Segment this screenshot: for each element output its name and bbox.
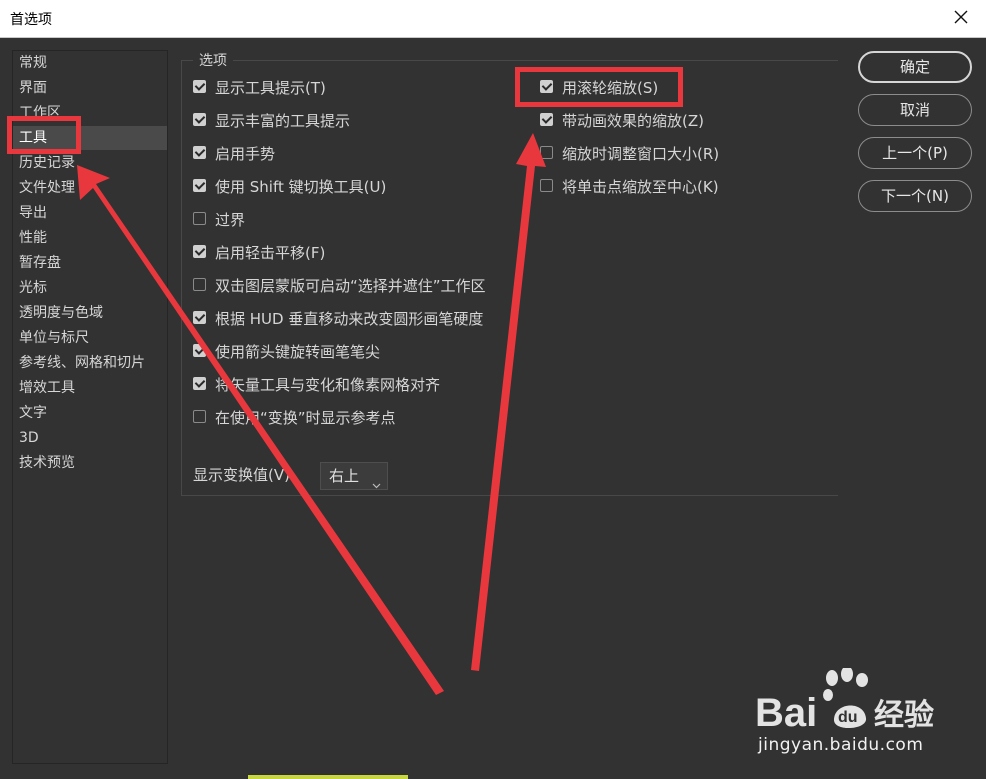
checkbox-checked-icon[interactable] [193,344,206,357]
sidebar-item-type[interactable]: 文字 [13,401,167,425]
sidebar-item-units[interactable]: 单位与标尺 [13,326,167,350]
sidebar-item-export[interactable]: 导出 [13,201,167,225]
checkbox-zoom-resize-windows[interactable]: 缩放时调整窗口大小(R) [540,142,719,166]
checkbox-checked-icon[interactable] [193,179,206,192]
checkbox-zoom-scroll-wheel[interactable]: 用滚轮缩放(S) [540,76,658,100]
checkbox-show-reference-point[interactable]: 在使用“变换”时显示参考点 [193,406,396,430]
checkbox-checked-icon[interactable] [193,377,206,390]
checkbox-label: 双击图层蒙版可启动“选择并遮住”工作区 [215,277,486,295]
checkbox-label: 过界 [215,211,246,229]
checkbox-label: 根据 HUD 垂直移动来改变圆形画笔硬度 [215,310,484,328]
checkbox-label: 缩放时调整窗口大小(R) [562,145,720,163]
sidebar-item-tools[interactable]: 工具 [13,126,167,150]
checkbox-unchecked-icon[interactable] [193,410,206,423]
checkbox-flick-panning[interactable]: 启用轻击平移(F) [193,241,325,265]
checkbox-checked-icon[interactable] [193,146,206,159]
cancel-button[interactable]: 取消 [858,94,972,126]
sidebar-item-transparency[interactable]: 透明度与色域 [13,301,167,325]
window-title: 首选项 [10,12,52,28]
checkbox-checked-icon[interactable] [193,311,206,324]
sidebar-item-performance[interactable]: 性能 [13,226,167,250]
sidebar-item-history[interactable]: 历史记录 [13,151,167,175]
checkbox-snap-vector-tools[interactable]: 将矢量工具与变化和像素网格对齐 [193,373,440,397]
checkbox-animated-zoom[interactable]: 带动画效果的缩放(Z) [540,109,704,133]
checkbox-label: 在使用“变换”时显示参考点 [215,409,396,427]
checkbox-checked-icon[interactable] [540,80,553,93]
transform-values-value: 右上 [329,467,360,485]
sidebar-item-cursors[interactable]: 光标 [13,276,167,300]
sidebar-item-plugins[interactable]: 增效工具 [13,376,167,400]
ok-button[interactable]: 确定 [858,51,972,83]
svg-text:经验: 经验 [874,698,934,733]
checkbox-label: 带动画效果的缩放(Z) [562,112,704,130]
checkbox-shift-switch-tools[interactable]: 使用 Shift 键切换工具(U) [193,175,386,199]
checkbox-label: 将矢量工具与变化和像素网格对齐 [215,376,441,394]
close-icon[interactable] [946,2,976,32]
sidebar-item-file-handling[interactable]: 文件处理 [13,176,167,200]
transform-values-label: 显示变换值(V): [193,466,296,484]
checkbox-unchecked-icon[interactable] [540,179,553,192]
checkbox-checked-icon[interactable] [540,113,553,126]
previous-button[interactable]: 上一个(P) [858,137,972,169]
checkbox-label: 使用箭头键旋转画笔笔尖 [215,343,381,361]
checkbox-label: 显示工具提示(T) [215,79,326,97]
bottom-accent-strip [248,775,408,779]
checkbox-rich-tooltips[interactable]: 显示丰富的工具提示 [193,109,350,133]
checkbox-unchecked-icon[interactable] [540,146,553,159]
checkbox-checked-icon[interactable] [193,80,206,93]
options-legend: 选项 [193,50,233,70]
sidebar-item-3d[interactable]: 3D [13,426,167,450]
checkbox-label: 将单击点缩放至中心(K) [562,178,719,196]
transform-values-select[interactable]: 右上 [320,462,388,490]
sidebar-item-tech-preview[interactable]: 技术预览 [13,451,167,475]
checkbox-label: 使用 Shift 键切换工具(U) [215,178,387,196]
checkbox-arrow-rotate-brush[interactable]: 使用箭头键旋转画笔笔尖 [193,340,380,364]
next-button[interactable]: 下一个(N) [858,180,972,212]
checkbox-checked-icon[interactable] [193,113,206,126]
checkbox-enable-gestures[interactable]: 启用手势 [193,142,275,166]
sidebar-item-guides[interactable]: 参考线、网格和切片 [13,351,167,375]
checkbox-checked-icon[interactable] [193,245,206,258]
checkbox-label: 用滚轮缩放(S) [562,79,659,97]
checkbox-hud-brush-hardness[interactable]: 根据 HUD 垂直移动来改变圆形画笔硬度 [193,307,483,331]
checkbox-label: 显示丰富的工具提示 [215,112,351,130]
title-bar: 首选项 [0,0,986,38]
checkbox-label: 启用手势 [215,145,276,163]
sidebar-item-general[interactable]: 常规 [13,51,167,75]
watermark-url: jingyan.baidu.com [758,735,924,755]
checkbox-label: 启用轻击平移(F) [215,244,326,262]
svg-text:du: du [838,709,858,726]
chevron-down-icon [372,472,381,489]
checkbox-unchecked-icon[interactable] [193,278,206,291]
checkbox-show-tooltips[interactable]: 显示工具提示(T) [193,76,326,100]
sidebar-item-interface[interactable]: 界面 [13,76,167,100]
preferences-sidebar: 常规 界面 工作区 工具 历史记录 文件处理 导出 性能 暂存盘 光标 透明度与… [12,50,168,764]
sidebar-item-scratch-disks[interactable]: 暂存盘 [13,251,167,275]
svg-text:Bai: Bai [755,691,817,735]
checkbox-double-click-mask[interactable]: 双击图层蒙版可启动“选择并遮住”工作区 [193,274,486,298]
checkbox-overscroll[interactable]: 过界 [193,208,245,232]
checkbox-zoom-clicked-point[interactable]: 将单击点缩放至中心(K) [540,175,719,199]
sidebar-item-workspace[interactable]: 工作区 [13,101,167,125]
checkbox-unchecked-icon[interactable] [193,212,206,225]
